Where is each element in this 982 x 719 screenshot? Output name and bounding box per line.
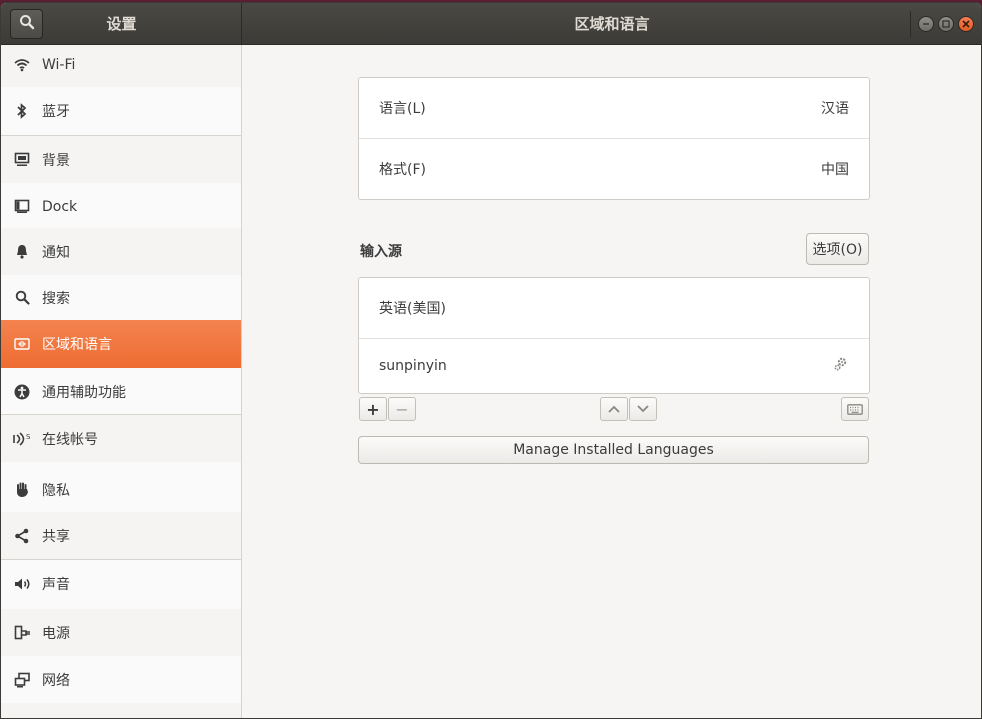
hand-icon — [13, 481, 31, 499]
accessibility-icon — [13, 383, 31, 401]
region-list: 语言(L) 汉语 格式(F) 中国 — [358, 77, 870, 200]
move-up-button[interactable] — [600, 397, 628, 421]
sidebar-item-label: 背景 — [42, 152, 70, 169]
sidebar-item-label: 共享 — [42, 528, 70, 545]
close-button[interactable] — [958, 16, 974, 32]
bluetooth-icon — [13, 102, 31, 120]
gear-icon[interactable] — [833, 356, 849, 376]
sidebar-item-label: Dock — [42, 198, 78, 215]
network-icon — [13, 671, 31, 689]
manage-installed-languages-button[interactable]: Manage Installed Languages — [358, 436, 869, 464]
input-source-row[interactable]: sunpinyin — [359, 339, 869, 393]
sidebar-item-network[interactable]: 网络 — [1, 656, 241, 703]
dock-icon — [13, 198, 31, 216]
sidebar-item-label: 电源 — [42, 625, 70, 642]
svg-text:S: S — [26, 433, 31, 441]
speaker-icon — [13, 575, 31, 593]
wifi-icon — [13, 56, 31, 74]
formats-label: 格式(F) — [379, 162, 426, 178]
sidebar-header: 设置 — [1, 3, 242, 45]
minimize-button[interactable] — [918, 16, 934, 32]
options-button[interactable]: 选项(O) — [806, 233, 869, 265]
header-bar: 设置 区域和语言 — [1, 3, 981, 45]
add-input-source-button[interactable]: + — [359, 397, 387, 421]
sidebar-item-more[interactable] — [1, 703, 241, 718]
sidebar-item-label: 区域和语言 — [42, 337, 112, 353]
sidebar-item-label: 隐私 — [42, 482, 70, 499]
sidebar-item-label: 在线帐号 — [42, 431, 98, 448]
maximize-button[interactable] — [938, 16, 954, 32]
sidebar-item-label: 声音 — [42, 576, 70, 593]
language-value: 汉语 — [821, 101, 849, 117]
sidebar-item-label: Wi-Fi — [42, 57, 76, 73]
keyboard-icon — [847, 403, 863, 415]
keyboard-layout-button[interactable] — [841, 397, 869, 421]
sidebar-item-region-language[interactable]: 区域和语言 — [1, 320, 241, 368]
language-row[interactable]: 语言(L) 汉语 — [359, 78, 869, 138]
sidebar-item-background[interactable]: 背景 — [1, 136, 241, 183]
sidebar-item-accessibility[interactable]: 通用辅助功能 — [1, 368, 241, 415]
sidebar-item-wifi[interactable]: Wi-Fi — [1, 45, 241, 87]
chevron-down-icon — [637, 405, 649, 413]
sidebar-item-online-accounts[interactable]: S 在线帐号 — [1, 415, 241, 462]
settings-window: 设置 区域和语言 Wi-Fi 蓝牙 背景 Dock 通知 搜索 区域和语言 通用… — [0, 2, 982, 719]
search-icon — [19, 14, 35, 34]
sidebar-item-label: 通知 — [42, 244, 70, 261]
online-accounts-icon: S — [13, 430, 31, 448]
search-button[interactable] — [10, 9, 43, 39]
sidebar-item-label: 通用辅助功能 — [42, 384, 126, 401]
formats-row[interactable]: 格式(F) 中国 — [359, 139, 869, 199]
input-sources-list: 英语(美国) sunpinyin — [358, 277, 870, 394]
sidebar-item-sharing[interactable]: 共享 — [1, 512, 241, 559]
input-source-label: 英语(美国) — [379, 301, 446, 317]
window-controls — [918, 16, 974, 32]
region-language-panel: 语言(L) 汉语 格式(F) 中国 输入源 选项(O) 英语(美国) sunpi… — [243, 45, 981, 718]
sidebar-item-search[interactable]: 搜索 — [1, 274, 241, 321]
search-icon — [13, 289, 31, 307]
share-icon — [13, 527, 31, 545]
input-sources-heading: 输入源 — [360, 244, 402, 260]
close-icon — [962, 20, 970, 28]
sidebar-item-notifications[interactable]: 通知 — [1, 228, 241, 275]
plus-icon: + — [366, 399, 380, 419]
input-source-label: sunpinyin — [379, 358, 447, 374]
chevron-up-icon — [608, 405, 620, 413]
background-icon — [13, 151, 31, 169]
maximize-icon — [942, 20, 950, 28]
formats-value: 中国 — [821, 162, 849, 178]
header-separator — [910, 11, 911, 37]
sidebar-item-dock[interactable]: Dock — [1, 183, 241, 230]
sidebar-item-label: 蓝牙 — [42, 103, 70, 120]
sidebar-item-label: 搜索 — [42, 290, 70, 307]
minimize-icon — [923, 23, 929, 25]
flag-icon — [13, 335, 31, 353]
remove-input-source-button[interactable]: − — [388, 397, 416, 421]
sidebar-item-sound[interactable]: 声音 — [1, 560, 241, 607]
power-plug-icon — [13, 624, 31, 642]
sidebar-item-bluetooth[interactable]: 蓝牙 — [1, 87, 241, 134]
language-label: 语言(L) — [379, 101, 426, 117]
sidebar-item-privacy[interactable]: 隐私 — [1, 466, 241, 513]
sidebar-item-power[interactable]: 电源 — [1, 609, 241, 656]
sidebar: Wi-Fi 蓝牙 背景 Dock 通知 搜索 区域和语言 通用辅助功能 S 在线… — [1, 45, 242, 718]
input-source-row[interactable]: 英语(美国) — [359, 278, 869, 338]
minus-icon: − — [395, 399, 409, 419]
bell-icon — [13, 243, 31, 261]
page-title: 区域和语言 — [574, 15, 650, 33]
move-down-button[interactable] — [629, 397, 657, 421]
sidebar-item-label: 网络 — [42, 672, 70, 689]
